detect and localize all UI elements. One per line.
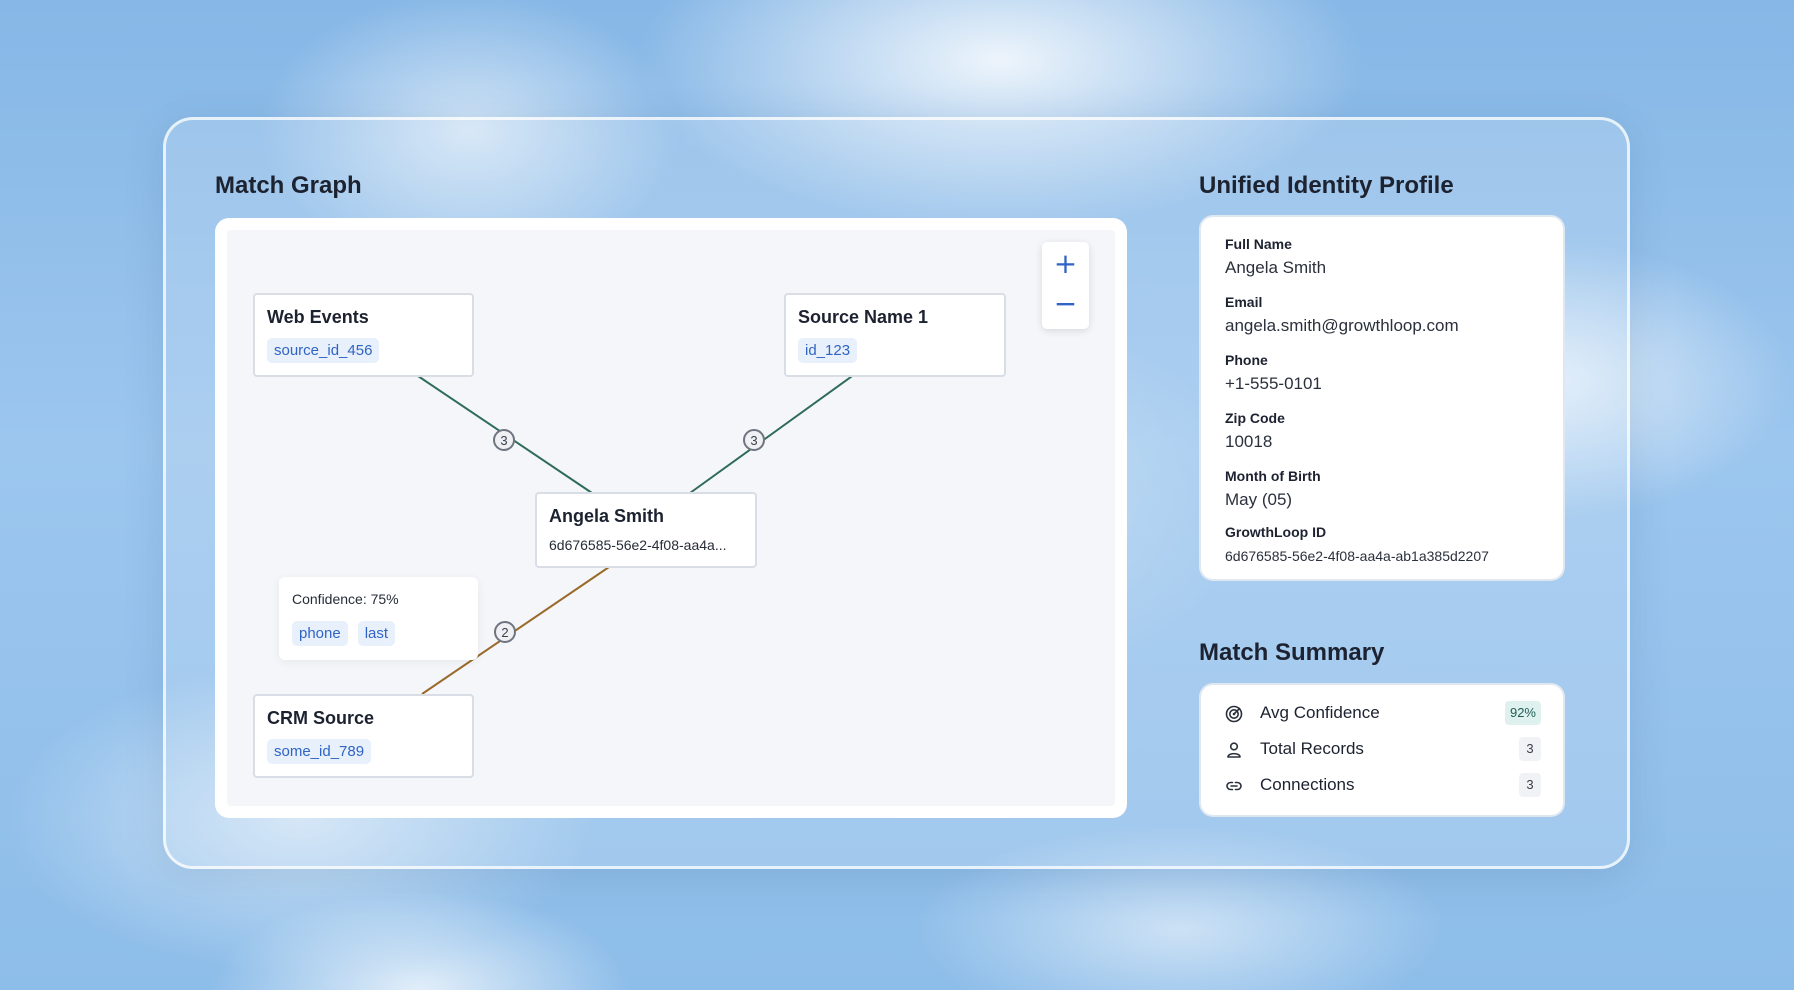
field-label: GrowthLoop ID [1225,524,1327,540]
link-icon [1226,781,1242,791]
user-icon [1227,742,1241,758]
node-center-identity[interactable]: Angela Smith 6d676585-56e2-4f08-aa4a... [535,492,757,568]
field-zip-code: Zip Code 10018 [1225,410,1285,452]
node-source-name-1[interactable]: Source Name 1 id_123 [784,293,1006,377]
field-value: +1-555-0101 [1225,374,1322,393]
graph-canvas[interactable]: Web Events source_id_456 Source Name 1 i… [227,230,1115,806]
profile-card: Full Name Angela Smith Email angela.smit… [1199,215,1565,581]
match-field-chip: last [357,621,396,646]
field-value: Angela Smith [1225,258,1327,277]
field-label: Email [1225,294,1263,310]
field-email: Email angela.smith@growthloop.com [1225,294,1459,336]
field-value: May (05) [1225,490,1293,509]
edge-source-name-1 [689,373,856,494]
field-growthloop-id: GrowthLoop ID 6d676585-56e2-4f08-aa4a-ab… [1225,524,1489,564]
summary-card: Avg Confidence 92% Total Records 3 Conne… [1199,683,1565,817]
field-label: Month of Birth [1225,468,1321,484]
source-id-chip: source_id_456 [267,338,380,363]
field-value: 10018 [1225,432,1273,451]
source-id-chip: id_123 [798,338,858,363]
match-graph-card: Web Events source_id_456 Source Name 1 i… [215,218,1127,818]
connections-badge: 3 [1519,773,1541,797]
field-label: Full Name [1225,236,1292,252]
node-title: Web Events [267,307,369,327]
match-graph-title: Match Graph [215,172,362,199]
field-full-name: Full Name Angela Smith [1225,236,1326,278]
field-phone: Phone +1-555-0101 [1225,352,1322,394]
node-web-events[interactable]: Web Events source_id_456 [253,293,474,377]
node-title: CRM Source [267,708,375,728]
profile-title: Unified Identity Profile [1199,172,1454,199]
zoom-controls: + − [1042,242,1089,329]
zoom-in-button[interactable]: + [1042,244,1089,284]
summary-row-total-records: Total Records 3 [1225,737,1541,763]
confidence-text: Confidence: 75% [292,591,399,607]
field-label: Phone [1225,352,1268,368]
match-field-chip: phone [292,621,348,646]
summary-title: Match Summary [1199,639,1385,666]
summary-label: Connections [1260,775,1355,794]
edge-count-badge[interactable]: 2 [494,621,516,643]
summary-row-connections: Connections 3 [1225,773,1541,799]
total-records-badge: 3 [1519,737,1541,761]
node-title: Angela Smith [549,506,665,526]
zoom-out-button[interactable]: − [1042,284,1089,324]
identity-id: 6d676585-56e2-4f08-aa4a... [549,537,727,553]
node-crm-source[interactable]: CRM Source some_id_789 [253,694,474,778]
field-month-of-birth: Month of Birth May (05) [1225,468,1321,510]
source-id-chip: some_id_789 [267,739,372,764]
summary-label: Avg Confidence [1260,703,1380,722]
field-value: angela.smith@growthloop.com [1225,316,1459,335]
field-label: Zip Code [1225,410,1285,426]
avg-confidence-badge: 92% [1504,701,1541,725]
confidence-tooltip: Confidence: 75% phone last [279,577,478,660]
summary-row-avg-confidence: Avg Confidence 92% [1225,701,1541,727]
field-value: 6d676585-56e2-4f08-aa4a-ab1a385d2207 [1225,548,1489,564]
edge-count-badge[interactable]: 3 [743,429,765,451]
edge-count-badge[interactable]: 3 [493,429,515,451]
summary-label: Total Records [1260,739,1364,758]
target-icon [1225,705,1243,723]
node-title: Source Name 1 [798,307,929,327]
